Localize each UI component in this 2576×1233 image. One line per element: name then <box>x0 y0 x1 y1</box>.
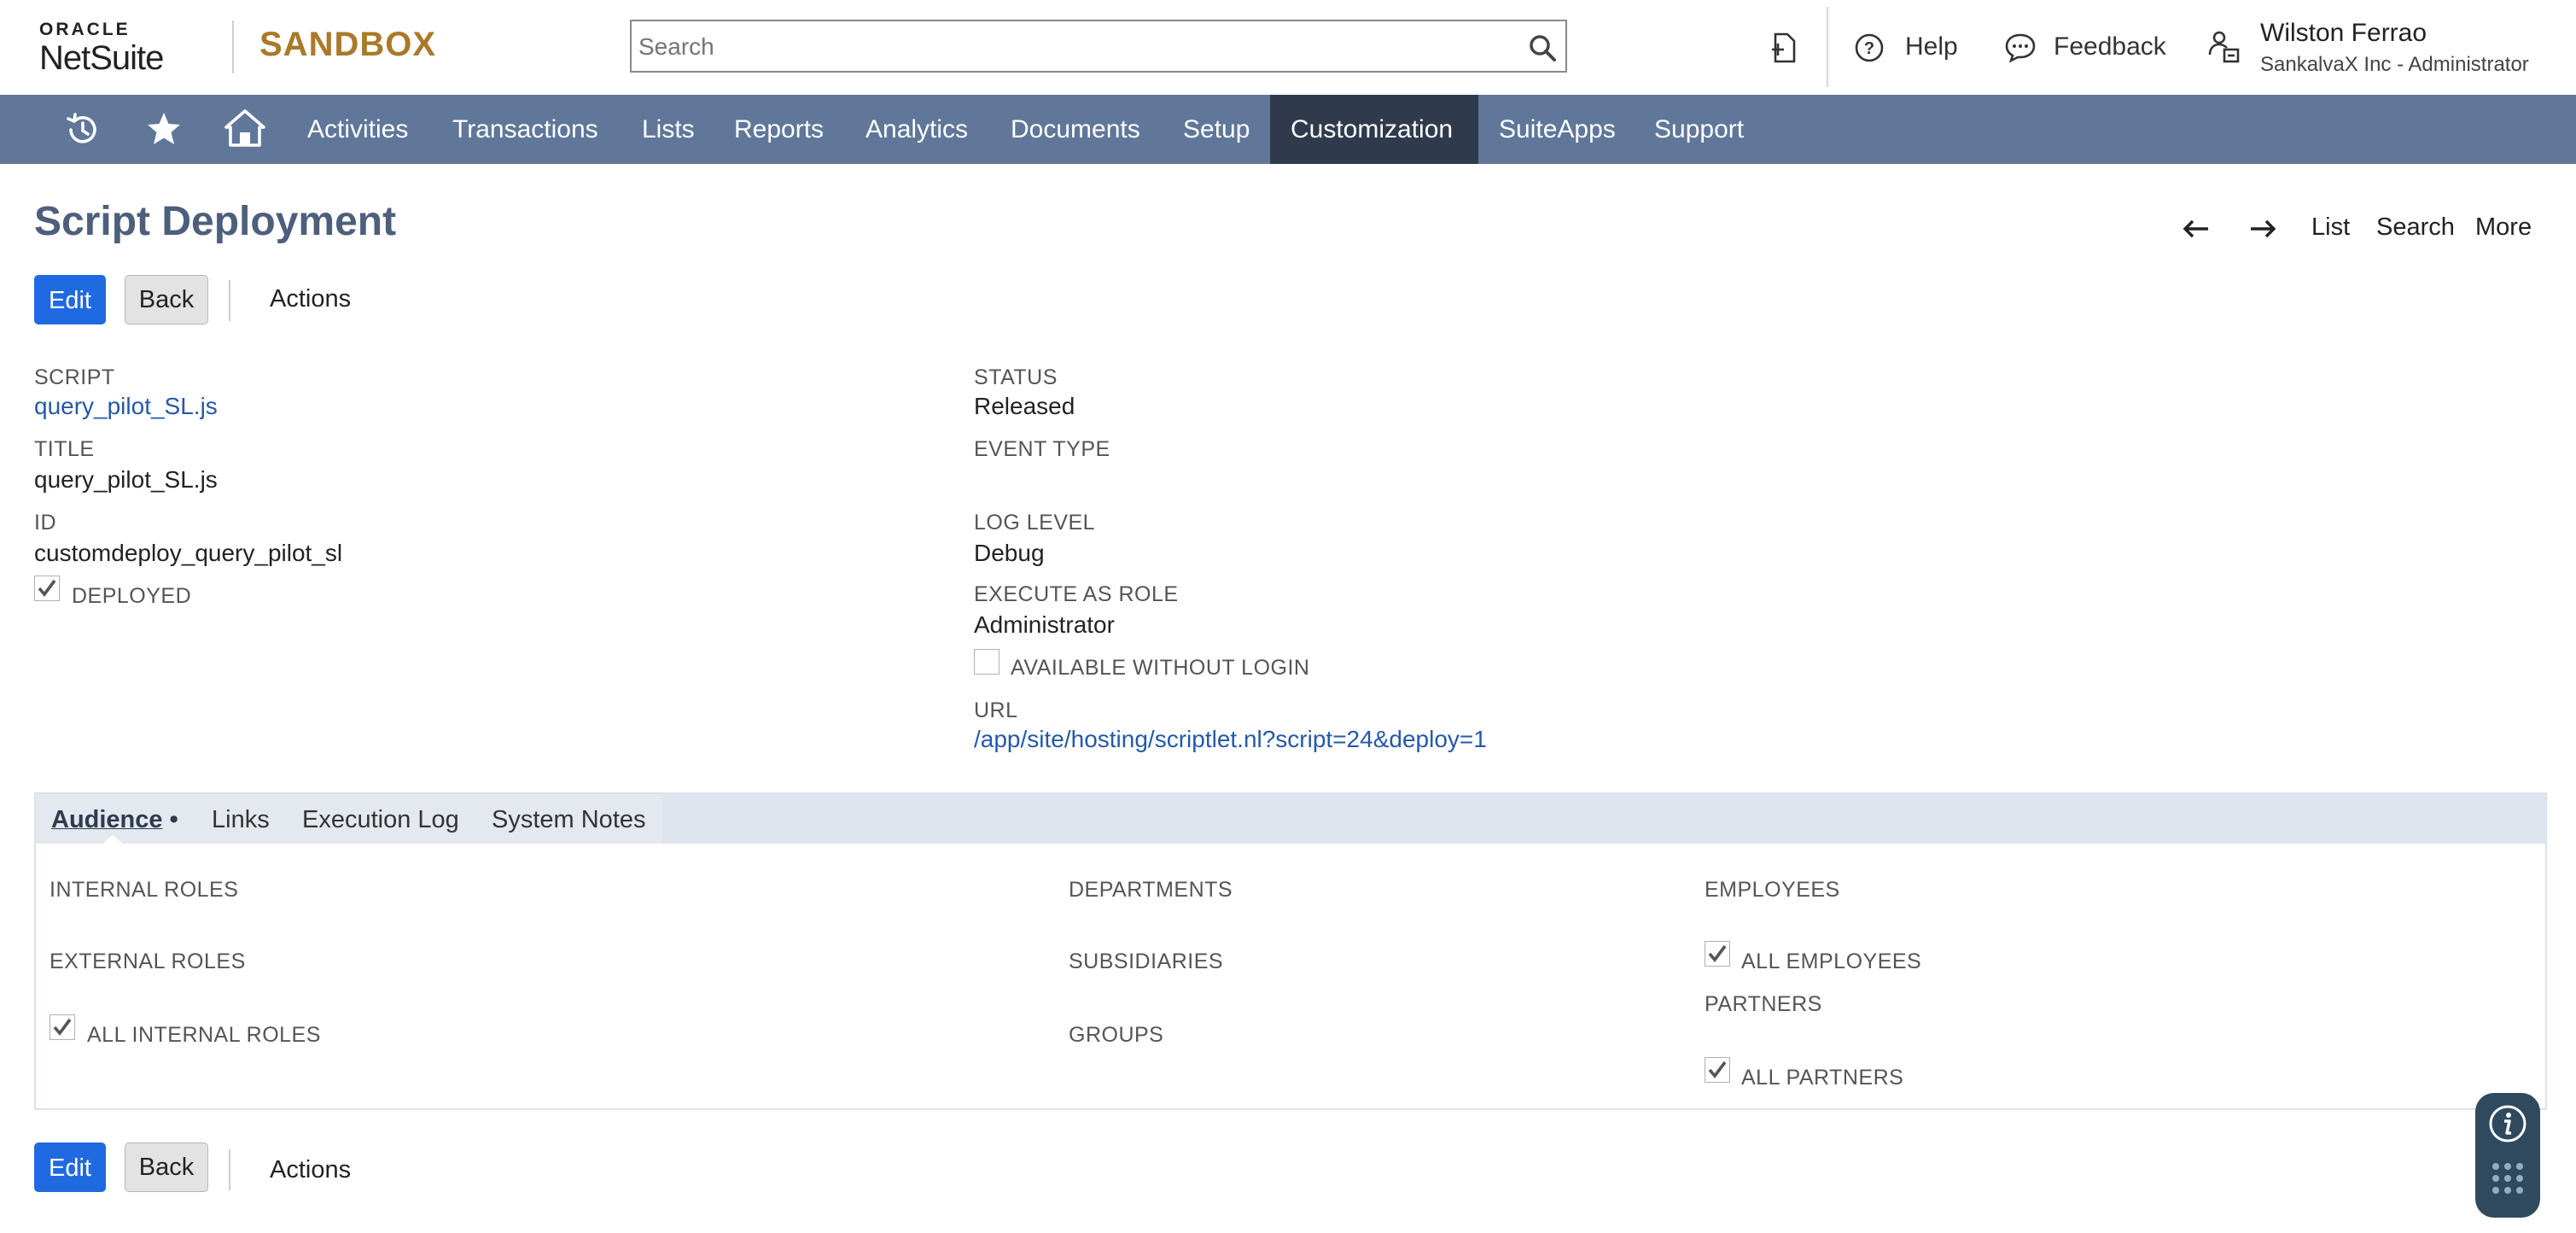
tab-active-marker: • <box>169 806 178 833</box>
help-link[interactable]: Help <box>1905 32 1958 61</box>
list-link[interactable]: List <box>2311 213 2350 242</box>
tab-system-notes[interactable]: System Notes <box>492 806 646 834</box>
help-icon[interactable]: ? <box>1854 32 1885 63</box>
nav-support[interactable]: Support <box>1634 95 1764 164</box>
netsuite-wordmark: NetSuite <box>39 39 164 77</box>
checkmark-icon <box>53 1018 72 1036</box>
nav-activities[interactable]: Activities <box>287 95 428 164</box>
tab-links[interactable]: Links <box>212 806 270 834</box>
tab-audience[interactable]: Audience • <box>51 806 178 834</box>
log-level-value: Debug <box>974 540 1045 566</box>
floating-help-widget[interactable] <box>2475 1093 2540 1218</box>
groups-label: GROUPS <box>1069 1023 1164 1047</box>
nav-reports[interactable]: Reports <box>714 95 844 164</box>
status-value: Released <box>974 393 1075 419</box>
internal-roles-label: INTERNAL ROLES <box>50 878 239 902</box>
execute-as-role-label: EXECUTE AS ROLE <box>974 582 1179 606</box>
available-without-login-checkbox[interactable] <box>974 649 1000 675</box>
keypad-icon[interactable] <box>2491 1161 2525 1202</box>
home-icon[interactable] <box>224 108 266 148</box>
button-divider <box>229 280 230 321</box>
log-level-label: LOG LEVEL <box>974 511 1096 535</box>
tab-audience-label: Audience <box>51 806 163 833</box>
available-without-login-label: AVAILABLE WITHOUT LOGIN <box>1011 656 1310 680</box>
status-label: STATUS <box>974 365 1058 389</box>
search-link[interactable]: Search <box>2376 213 2455 242</box>
user-name[interactable]: Wilston Ferrao <box>2260 19 2427 48</box>
global-search[interactable] <box>630 20 1567 73</box>
feedback-icon[interactable] <box>2004 32 2037 63</box>
edit-button[interactable]: Edit <box>34 275 106 324</box>
departments-label: DEPARTMENTS <box>1069 878 1233 902</box>
nav-lists[interactable]: Lists <box>621 95 715 164</box>
oracle-wordmark: ORACLE <box>39 20 131 39</box>
all-internal-roles-label: ALL INTERNAL ROLES <box>87 1023 321 1047</box>
edit-button-bottom[interactable]: Edit <box>34 1142 106 1192</box>
nav-transactions[interactable]: Transactions <box>432 95 619 164</box>
tab-execution-log-label: Execution Log <box>302 806 459 833</box>
netsuite-logo[interactable]: ORACLE NetSuite <box>39 20 164 78</box>
environment-label: SANDBOX <box>259 26 437 63</box>
employees-label: EMPLOYEES <box>1705 878 1840 902</box>
user-role[interactable]: SankalvaX Inc - Administrator <box>2260 53 2529 77</box>
url-label: URL <box>974 698 1018 722</box>
previous-record-arrow-icon[interactable] <box>2182 217 2211 241</box>
title-label: TITLE <box>34 437 95 461</box>
recent-records-icon[interactable] <box>1769 31 1801 65</box>
execute-as-role-value: Administrator <box>974 611 1115 638</box>
more-menu[interactable]: More <box>2475 213 2532 242</box>
all-internal-roles-checkbox[interactable] <box>50 1014 75 1040</box>
checkmark-icon <box>1708 944 1727 962</box>
nav-documents[interactable]: Documents <box>990 95 1161 164</box>
external-roles-label: EXTERNAL ROLES <box>50 950 246 973</box>
back-button[interactable]: Back <box>125 275 208 324</box>
script-label: SCRIPT <box>34 365 115 389</box>
tab-execution-log[interactable]: Execution Log <box>302 806 459 834</box>
partners-label: PARTNERS <box>1705 992 1822 1016</box>
header-divider <box>1827 7 1828 87</box>
main-nav: Activities Transactions Lists Reports An… <box>0 95 2576 164</box>
subtab-bar: Audience • Links Execution Log System No… <box>36 794 2545 845</box>
deployed-label: DEPLOYED <box>72 584 192 608</box>
nav-setup[interactable]: Setup <box>1163 95 1270 164</box>
all-partners-label: ALL PARTNERS <box>1741 1066 1904 1090</box>
subsidiaries-label: SUBSIDIARIES <box>1069 950 1224 973</box>
nav-analytics[interactable]: Analytics <box>845 95 988 164</box>
actions-menu-bottom[interactable]: Actions <box>270 1156 351 1184</box>
tab-links-label: Links <box>212 806 270 833</box>
back-button-bottom[interactable]: Back <box>125 1142 208 1192</box>
all-employees-label: ALL EMPLOYEES <box>1741 950 1922 973</box>
next-record-arrow-icon[interactable] <box>2248 217 2277 241</box>
favorites-star-icon[interactable] <box>145 111 183 147</box>
search-icon[interactable] <box>1528 33 1557 62</box>
info-icon[interactable] <box>2487 1103 2528 1144</box>
actions-menu[interactable]: Actions <box>270 285 351 313</box>
all-employees-checkbox[interactable] <box>1705 941 1730 967</box>
search-input[interactable] <box>637 28 1511 66</box>
tab-system-notes-label: System Notes <box>492 806 646 833</box>
recent-history-icon[interactable] <box>63 110 102 149</box>
button-divider-bottom <box>229 1149 230 1190</box>
logo-divider <box>232 20 234 73</box>
nav-customization[interactable]: Customization <box>1270 95 1478 164</box>
event-type-label: EVENT TYPE <box>974 437 1110 461</box>
subtab-panel: Audience • Links Execution Log System No… <box>34 792 2547 1110</box>
svg-text:?: ? <box>1864 39 1874 58</box>
feedback-link[interactable]: Feedback <box>2054 32 2166 61</box>
id-value: customdeploy_query_pilot_sl <box>34 540 343 566</box>
url-link[interactable]: /app/site/hosting/scriptlet.nl?script=24… <box>974 726 1487 753</box>
id-label: ID <box>34 511 56 535</box>
user-role-icon[interactable] <box>2207 29 2241 65</box>
active-tab-indicator <box>101 835 125 845</box>
all-partners-checkbox[interactable] <box>1705 1057 1730 1083</box>
checkmark-icon <box>38 579 56 597</box>
title-value: query_pilot_SL.js <box>34 466 218 493</box>
script-link[interactable]: query_pilot_SL.js <box>34 393 218 420</box>
page-title: Script Deployment <box>34 199 397 244</box>
nav-suiteapps[interactable]: SuiteApps <box>1478 95 1636 164</box>
deployed-checkbox[interactable] <box>34 576 60 601</box>
top-header: ORACLE NetSuite SANDBOX ? Help Feedback … <box>0 0 2576 95</box>
checkmark-icon <box>1708 1061 1727 1078</box>
